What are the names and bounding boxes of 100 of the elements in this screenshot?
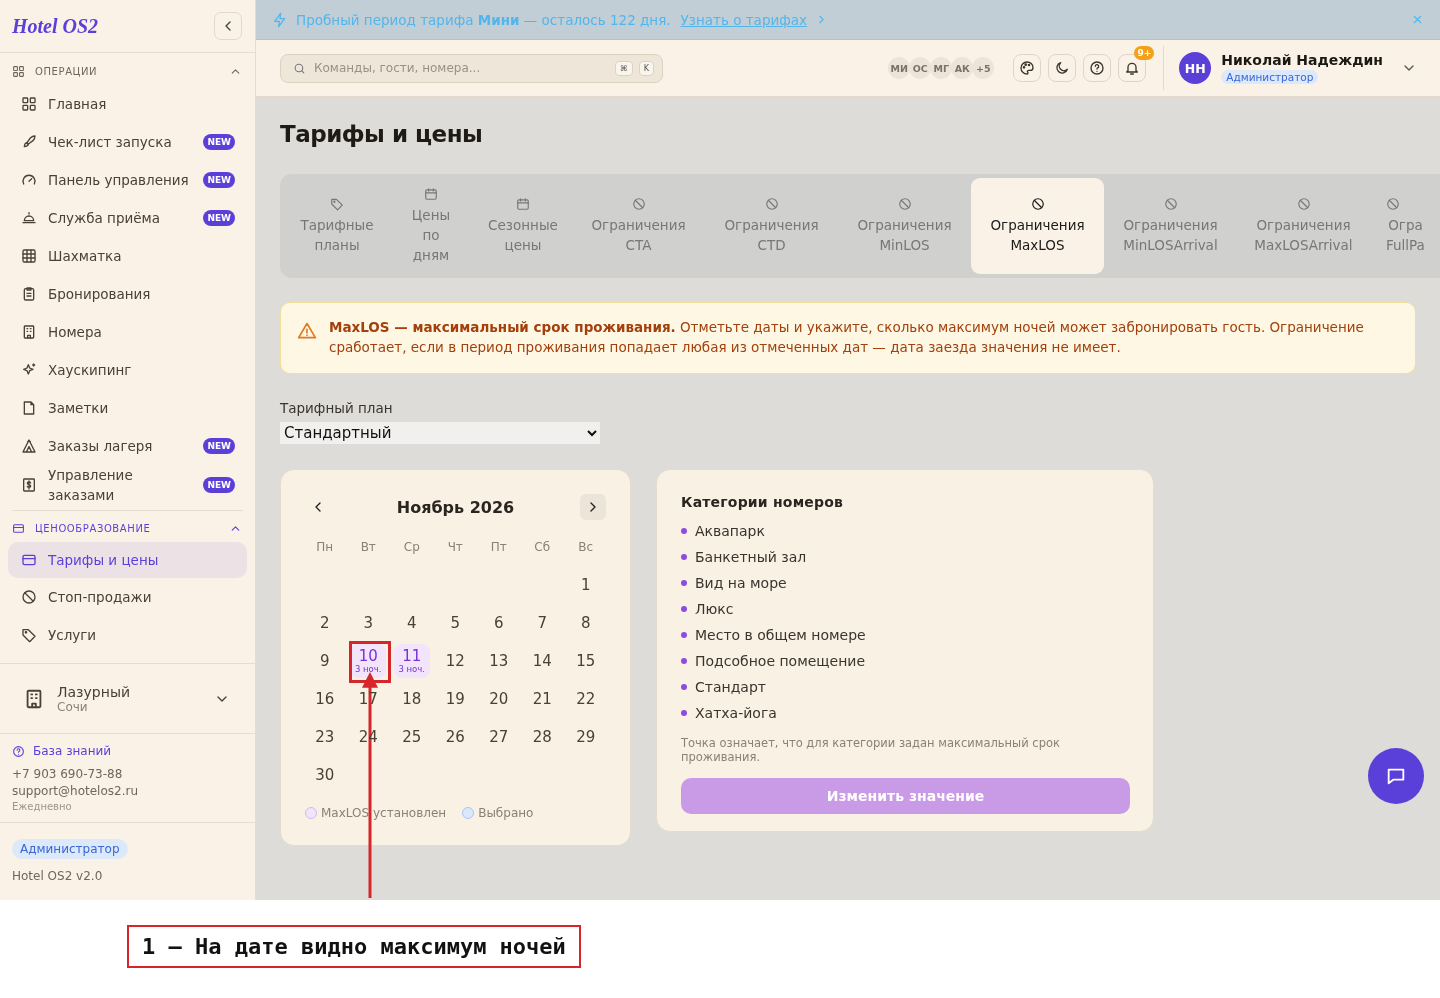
- version-text: Hotel OS2 v2.0: [12, 869, 103, 883]
- calendar-day[interactable]: 3: [350, 606, 387, 640]
- calendar-day[interactable]: 29: [567, 720, 604, 754]
- calendar-day[interactable]: 12: [437, 644, 474, 678]
- month-title: Ноябрь 2026: [396, 497, 515, 517]
- help-button[interactable]: [1083, 54, 1112, 82]
- calendar-day[interactable]: 16: [306, 682, 343, 716]
- clipboard-icon: [21, 286, 37, 302]
- calendar-day[interactable]: 20: [480, 682, 517, 716]
- weekday-label: Ср: [402, 539, 421, 556]
- calendar-day[interactable]: 1: [567, 568, 604, 602]
- nav-item[interactable]: Заказы лагеря NEW: [8, 427, 247, 465]
- nav-item[interactable]: Хаускипинг: [8, 351, 247, 389]
- dark-mode-button[interactable]: [1048, 54, 1077, 82]
- theme-palette-button[interactable]: [1013, 54, 1042, 82]
- prohibited-icon: [631, 197, 646, 211]
- close-icon: [1411, 13, 1424, 26]
- nav-item[interactable]: Панель управления NEW: [8, 161, 247, 199]
- calendar-icon: [516, 197, 530, 211]
- dollar-icon: [21, 477, 37, 493]
- rate-plan-select[interactable]: Стандартный: [280, 422, 600, 444]
- calendar-day[interactable]: 11 3 ноч.: [393, 644, 430, 678]
- calendar-day[interactable]: 30: [306, 758, 343, 792]
- bullet-dot: [681, 684, 687, 690]
- calendar-day[interactable]: 28: [524, 720, 561, 754]
- user-name: Николай Надеждин: [1221, 52, 1383, 68]
- user-avatar[interactable]: МГ: [930, 57, 953, 79]
- section-header[interactable]: ОПЕРАЦИИ: [8, 59, 247, 83]
- nav-item[interactable]: Главная: [8, 85, 247, 123]
- warning-icon: [297, 321, 317, 341]
- field-label: Тарифный план: [280, 400, 393, 416]
- next-month-button[interactable]: [580, 494, 606, 520]
- page-title: Тарифы и цены: [280, 121, 483, 147]
- weekday-label: Сб: [533, 539, 552, 556]
- calendar-day[interactable]: 10 3 ноч.: [350, 644, 387, 678]
- calendar-day[interactable]: 4: [393, 606, 430, 640]
- moon-icon: [1054, 60, 1071, 76]
- section-header[interactable]: ЦЕНООБРАЗОВАНИЕ: [8, 516, 247, 540]
- calendar-day[interactable]: 13: [480, 644, 517, 678]
- user-avatar[interactable]: ОС: [909, 57, 932, 79]
- bullet-dot: [681, 528, 687, 534]
- tent-icon: [21, 438, 37, 454]
- chat-button[interactable]: [1368, 748, 1424, 804]
- calendar-day[interactable]: 6: [480, 606, 517, 640]
- help-icon: [12, 744, 25, 758]
- calendar-day[interactable]: 23: [306, 720, 343, 754]
- hotel-selector[interactable]: Лазурный Сочи: [0, 664, 255, 734]
- calendar-day[interactable]: 9: [306, 644, 343, 678]
- nav-item[interactable]: Тарифы и цены: [8, 542, 247, 578]
- nav-item[interactable]: Номера: [8, 313, 247, 351]
- calendar-day[interactable]: 22: [567, 682, 604, 716]
- calendar-day[interactable]: 7: [524, 606, 561, 640]
- calendar-day[interactable]: 5: [437, 606, 474, 640]
- user-avatar[interactable]: АК: [951, 57, 974, 79]
- grid-icon: [21, 96, 37, 112]
- banner-text: Пробный период тарифа Мини — осталось 122 дня.: [296, 11, 671, 28]
- shortcut-key: K: [638, 60, 654, 76]
- calendar-day[interactable]: 19: [437, 682, 474, 716]
- calendar-day[interactable]: 26: [437, 720, 474, 754]
- nav-item[interactable]: Шахматка: [8, 237, 247, 275]
- note-icon: [21, 400, 37, 416]
- calendar-day[interactable]: 25: [393, 720, 430, 754]
- prohibited-icon: [1163, 197, 1178, 211]
- legend-label: Выбрано: [478, 806, 534, 820]
- nav-item[interactable]: Заметки: [8, 389, 247, 427]
- calendar-day[interactable]: 2: [306, 606, 343, 640]
- new-badge: NEW: [203, 134, 235, 150]
- user-avatar[interactable]: МИ: [888, 57, 911, 79]
- calendar-day[interactable]: 14: [524, 644, 561, 678]
- nav-item[interactable]: Чек-лист запуска NEW: [8, 123, 247, 161]
- legend-dot: [462, 807, 475, 819]
- category-item: Место в общем номере: [695, 627, 866, 643]
- user-avatar[interactable]: НН: [1179, 52, 1212, 84]
- knowledge-base-link[interactable]: База знаний: [12, 744, 243, 758]
- support-phone: +7 903 690-73-88: [12, 767, 124, 781]
- calendar-day[interactable]: 8: [567, 606, 604, 640]
- table-icon: [21, 248, 37, 264]
- calendar-day[interactable]: 21: [524, 682, 561, 716]
- nav-item[interactable]: Служба приёма NEW: [8, 199, 247, 237]
- annotation-caption: 1 — На дате видно максимум ночей: [127, 925, 581, 968]
- lightning-icon: [272, 11, 288, 28]
- tab[interactable]: Ограничения MaxLOS: [971, 178, 1104, 274]
- category-item: Хатха-йога: [695, 705, 777, 721]
- nav-item[interactable]: Услуги: [8, 616, 247, 654]
- calendar-day[interactable]: 18: [393, 682, 430, 716]
- calendar-day[interactable]: 15: [567, 644, 604, 678]
- nav-item[interactable]: Стоп-продажи: [8, 578, 247, 616]
- weekday-label: Вт: [359, 539, 377, 556]
- prohibited-icon: [764, 197, 779, 211]
- nav-item[interactable]: Бронирования: [8, 275, 247, 313]
- building-icon: [21, 324, 37, 340]
- support-hours: Ежедневно: [12, 801, 73, 812]
- logo: Hotel OS2: [12, 14, 99, 38]
- calendar-day[interactable]: 27: [480, 720, 517, 754]
- role-badge: Администратор: [1221, 70, 1319, 84]
- nav-item[interactable]: Управление заказами NEW: [8, 465, 247, 505]
- user-avatar[interactable]: +5: [972, 57, 995, 79]
- search-field[interactable]: Команды, гости, номера... ⌘ K: [280, 53, 663, 83]
- search-input[interactable]: Команды, гости, номера...: [312, 60, 609, 76]
- bullet-dot: [681, 580, 687, 586]
